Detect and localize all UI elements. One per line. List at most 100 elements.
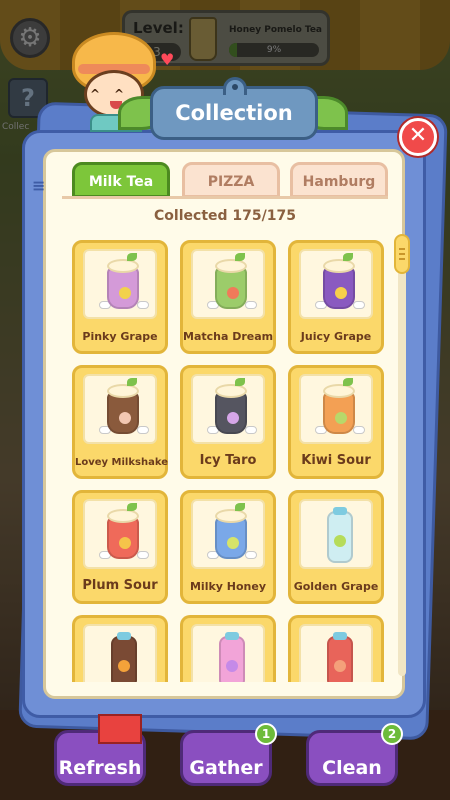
drink-picture	[191, 499, 265, 569]
drink-lid	[215, 384, 247, 398]
paw-icon	[353, 301, 365, 309]
bottle-icon	[327, 507, 353, 563]
grip-line	[399, 253, 405, 255]
drink-lid	[117, 632, 131, 640]
drink-picture	[299, 499, 373, 569]
drink-lid	[333, 507, 347, 515]
cup-icon	[215, 503, 247, 559]
gather-button[interactable]: Gather 1	[180, 723, 277, 786]
drink-lid	[323, 384, 355, 398]
cup-icon	[107, 378, 139, 434]
leaf-icon	[127, 253, 137, 261]
fruit-icon	[334, 660, 346, 672]
drink-lid	[333, 632, 347, 640]
clean-badge: 2	[381, 723, 403, 745]
drink-picture	[83, 499, 157, 569]
tab-hamburg[interactable]: Hamburg	[290, 162, 388, 198]
grip-line	[399, 258, 405, 260]
clean-label: Clean	[322, 757, 382, 779]
collection-item-card[interactable]: Pinky Grape	[72, 240, 168, 354]
item-name: Kiwi Sour	[301, 453, 371, 468]
scrollbar-track[interactable]	[398, 240, 406, 676]
collected-label: Collected	[154, 208, 228, 224]
leaf-icon	[235, 503, 245, 511]
paw-icon	[137, 426, 149, 434]
leaf-icon	[127, 503, 137, 511]
drink-picture	[83, 374, 157, 444]
paw-icon	[137, 551, 149, 559]
cup-icon	[323, 378, 355, 434]
fruit-icon	[227, 412, 239, 424]
fruit-icon	[119, 287, 131, 299]
collection-item-card[interactable]	[180, 615, 276, 682]
paw-icon	[245, 426, 257, 434]
heart-icon: ♥	[160, 50, 175, 69]
category-tabs: Milk Tea PIZZA Hamburg	[72, 162, 392, 198]
fruit-icon	[335, 287, 347, 299]
tab-milk-tea[interactable]: Milk Tea	[72, 162, 170, 198]
collection-item-card[interactable]: Juicy Grape	[288, 240, 384, 354]
collection-grid[interactable]: Pinky Grape Matcha Dream Juicy Grape Lovey …	[66, 236, 396, 682]
drink-picture	[83, 249, 157, 319]
drink-lid	[225, 632, 239, 640]
leaf-icon	[235, 378, 245, 386]
cup-icon	[215, 378, 247, 434]
drink-picture	[299, 374, 373, 444]
dialog-title: Collection	[175, 101, 293, 125]
tab-pizza[interactable]: PIZZA	[182, 162, 280, 198]
drink-lid	[107, 384, 139, 398]
paw-icon	[137, 301, 149, 309]
grip-line	[399, 248, 405, 250]
item-name: Pinky Grape	[82, 330, 158, 343]
scrollbar-thumb[interactable]	[394, 234, 410, 274]
fruit-icon	[334, 535, 346, 547]
drink-lid	[323, 259, 355, 273]
drink-picture	[191, 374, 265, 444]
fruit-icon	[335, 412, 347, 424]
drink-picture	[191, 624, 265, 682]
cup-icon	[323, 253, 355, 309]
collection-item-card[interactable]	[288, 615, 384, 682]
collection-item-card[interactable]: Plum Sour	[72, 490, 168, 604]
collection-item-card[interactable]: Icy Taro	[180, 365, 276, 479]
cup-icon	[107, 503, 139, 559]
drink-picture	[83, 624, 157, 682]
item-name: Icy Taro	[199, 453, 257, 468]
bottle-icon	[111, 632, 137, 682]
drink-lid	[107, 259, 139, 273]
item-name: Matcha Dream	[183, 330, 274, 343]
tab-divider	[62, 196, 388, 199]
clean-button[interactable]: Clean 2	[306, 723, 403, 786]
cup-icon	[215, 253, 247, 309]
fruit-icon	[119, 412, 131, 424]
cup-icon	[107, 253, 139, 309]
fruit-icon	[118, 660, 130, 672]
item-name: Lovey Milkshake	[75, 457, 168, 468]
leaf-icon	[343, 253, 353, 261]
plate-hanger	[223, 77, 247, 95]
bottle-icon	[219, 632, 245, 682]
item-name: Milky Honey	[189, 580, 267, 593]
gather-label: Gather	[189, 757, 263, 779]
drink-lid	[107, 509, 139, 523]
collection-item-card[interactable]: Lovey Milkshake	[72, 365, 168, 479]
bottle-icon	[327, 632, 353, 682]
paw-icon	[353, 426, 365, 434]
leaf-icon	[127, 378, 137, 386]
collection-item-card[interactable]: Milky Honey	[180, 490, 276, 604]
collection-item-card[interactable]	[72, 615, 168, 682]
collection-item-card[interactable]: Matcha Dream	[180, 240, 276, 354]
fruit-icon	[227, 287, 239, 299]
collected-count: Collected 175/175	[0, 208, 450, 224]
item-name: Golden Grape	[293, 580, 379, 593]
title-plate: Collection	[150, 77, 318, 140]
paw-icon	[245, 551, 257, 559]
collection-item-card[interactable]: Golden Grape	[288, 490, 384, 604]
collected-value: 175/175	[232, 208, 296, 224]
drink-picture	[191, 249, 265, 319]
fruit-icon	[227, 537, 239, 549]
drink-picture	[299, 624, 373, 682]
close-icon[interactable]: ✕	[399, 118, 437, 156]
item-name: Juicy Grape	[300, 330, 372, 343]
collection-item-card[interactable]: Kiwi Sour	[288, 365, 384, 479]
